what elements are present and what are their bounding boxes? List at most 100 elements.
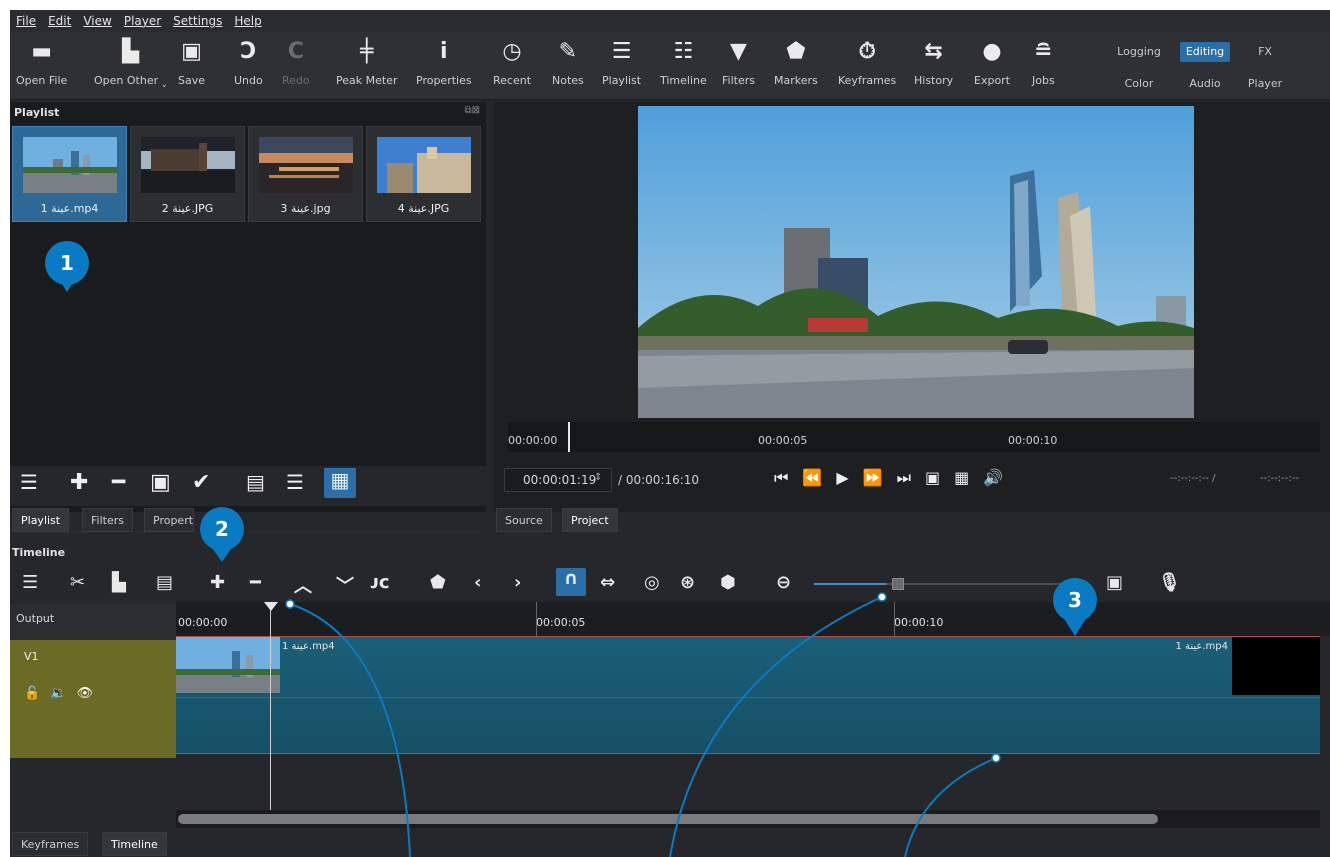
- next-marker-icon[interactable]: ›: [514, 572, 521, 593]
- overwrite-icon[interactable]: ﹀: [336, 572, 354, 598]
- skip-start-icon[interactable]: ⏮: [774, 468, 802, 487]
- filters-button[interactable]: ▼ Filters: [722, 38, 755, 87]
- lift-icon[interactable]: ︿: [294, 572, 312, 598]
- notes-icon: ✎: [558, 39, 578, 64]
- menu-icon[interactable]: ☰: [20, 470, 38, 494]
- tab-keyframes[interactable]: Keyframes: [12, 832, 89, 856]
- volume-icon[interactable]: 🔊: [983, 468, 1017, 487]
- playlist-item[interactable]: 1 عينة.mp4: [12, 126, 127, 222]
- remove-icon[interactable]: ━: [112, 470, 125, 495]
- viewer-playhead[interactable]: [568, 422, 570, 452]
- panel-float-close-icon[interactable]: ⧉⊠: [464, 105, 480, 116]
- cut-icon[interactable]: ✂: [70, 572, 85, 593]
- timeline-playhead[interactable]: [270, 602, 271, 812]
- rewind-icon[interactable]: ⏪: [802, 468, 836, 487]
- workspace-editing[interactable]: Editing: [1180, 42, 1230, 62]
- zoom-slider-handle[interactable]: [892, 578, 904, 590]
- copy-icon[interactable]: ▙: [112, 572, 126, 593]
- previous-marker-icon[interactable]: ‹: [474, 572, 481, 593]
- tab-playlist[interactable]: Playlist: [12, 508, 70, 532]
- keyframes-button[interactable]: ⏱ Keyframes: [838, 38, 896, 87]
- markers-button[interactable]: ⬟ Markers: [774, 38, 818, 87]
- playhead-handle-icon[interactable]: [264, 602, 278, 611]
- zoom-slider[interactable]: [814, 583, 886, 585]
- zoom-icon[interactable]: ▣: [925, 468, 954, 487]
- transport-controls[interactable]: ⏮⏪▶⏩⏭▣▦🔊: [774, 468, 1017, 488]
- timeline-clip[interactable]: عينة 1.mp4 عينة 1.mp4: [176, 636, 1320, 754]
- history-button[interactable]: ⇆ History: [914, 38, 953, 87]
- playlist-button[interactable]: ☰ Playlist: [602, 38, 641, 87]
- update-icon[interactable]: ▣: [150, 470, 171, 495]
- record-audio-icon[interactable]: 🎙: [1158, 572, 1181, 593]
- lock-icon[interactable]: 🔓: [24, 686, 40, 701]
- properties-button[interactable]: i Properties: [416, 38, 472, 87]
- thumbnail-image: [23, 137, 117, 193]
- track-name: V1: [24, 650, 39, 663]
- workspace-audio[interactable]: Audio: [1180, 74, 1230, 94]
- menu-file[interactable]: File: [16, 14, 36, 28]
- menu-icon[interactable]: ☰: [22, 572, 38, 593]
- tab-properties[interactable]: Properties: [144, 508, 194, 532]
- play-icon[interactable]: ▶: [836, 468, 862, 487]
- tab-source[interactable]: Source: [496, 508, 552, 532]
- time-spinner-icon[interactable]: ⇕: [594, 472, 602, 483]
- ripple-all-icon[interactable]: ⊛: [680, 572, 695, 593]
- details-view-icon[interactable]: ▤: [246, 470, 265, 494]
- split-icon[interactable]: ᴊᴄ: [370, 572, 390, 593]
- remove-icon[interactable]: ━: [250, 572, 261, 593]
- jobs-button[interactable]: ≘ Jobs: [1032, 38, 1055, 87]
- check-icon[interactable]: ✔: [192, 470, 210, 495]
- ripple-markers-icon[interactable]: ⬢: [720, 572, 736, 593]
- open-file-button[interactable]: ▬ Open File: [16, 38, 67, 87]
- playlist-item[interactable]: 4 عينة.JPG: [366, 126, 481, 222]
- recent-button[interactable]: ◷ Recent: [493, 38, 531, 87]
- grid-icon[interactable]: ▦: [954, 468, 983, 487]
- notes-button[interactable]: ✎ Notes: [552, 38, 584, 87]
- menu-edit[interactable]: Edit: [48, 14, 71, 28]
- timeline-ruler[interactable]: 00:00:00 00:00:05 00:00:10: [176, 602, 1330, 636]
- track-header-v1[interactable]: V1 🔓 🔉 👁: [10, 640, 176, 758]
- workspace-fx[interactable]: FX: [1240, 42, 1290, 62]
- undo-button[interactable]: Ↄ Undo: [234, 38, 263, 87]
- timeline-button[interactable]: ☷ Timeline: [660, 38, 707, 87]
- thumbnail-image: [259, 137, 353, 193]
- workspace-color[interactable]: Color: [1114, 74, 1164, 94]
- menu-settings[interactable]: Settings: [173, 14, 222, 28]
- zoom-fit-icon[interactable]: ▣: [1106, 572, 1123, 593]
- workspace-player[interactable]: Player: [1240, 74, 1290, 94]
- timeline-scrollbar[interactable]: [176, 810, 1320, 828]
- peak-meter-button[interactable]: ╪ Peak Meter: [336, 38, 397, 87]
- redo-button[interactable]: C Redo: [282, 38, 310, 87]
- save-button[interactable]: ▣ Save: [178, 38, 205, 87]
- list-view-icon[interactable]: ☰: [286, 470, 304, 494]
- timeline-toolbar: ☰ ✂ ▙ ▤ ✚ ━ ︿ ﹀ ᴊᴄ ⬟ ‹ › ∩ ⇔ ◎ ⊛ ⬢ ⊖ ▣ 🎙: [10, 568, 1330, 600]
- playlist-item[interactable]: 2 عينة.JPG: [130, 126, 245, 222]
- fast-forward-icon[interactable]: ⏩: [863, 468, 897, 487]
- tab-project[interactable]: Project: [562, 508, 618, 532]
- export-button[interactable]: ● Export: [974, 38, 1010, 87]
- playlist-item[interactable]: 3 عينة.jpg: [248, 126, 363, 222]
- tab-timeline[interactable]: Timeline: [102, 832, 167, 856]
- mute-icon[interactable]: 🔉: [50, 686, 66, 701]
- add-icon[interactable]: ✚: [70, 470, 88, 495]
- marker-icon[interactable]: ⬟: [430, 572, 446, 593]
- tab-filters[interactable]: Filters: [82, 508, 133, 532]
- playlist-toolbar: ☰ ✚ ━ ▣ ✔ ▤ ☰ ▦: [10, 466, 486, 506]
- menu-player[interactable]: Player: [124, 14, 161, 28]
- append-icon[interactable]: ✚: [210, 572, 225, 593]
- visibility-icon[interactable]: 👁: [77, 686, 94, 701]
- scrollbar-thumb[interactable]: [178, 814, 1158, 824]
- zoom-out-icon[interactable]: ⊖: [776, 572, 791, 593]
- viewer-ruler[interactable]: 00:00:00 00:00:05 00:00:10: [508, 422, 1320, 452]
- menu-view[interactable]: View: [83, 14, 111, 28]
- grid-view-icon[interactable]: ▦: [324, 468, 356, 498]
- history-icon: ⇆: [924, 39, 943, 64]
- scrub-icon[interactable]: ⇔: [600, 572, 615, 593]
- snap-icon[interactable]: ∩: [556, 568, 586, 596]
- paste-icon[interactable]: ▤: [156, 572, 173, 593]
- skip-end-icon[interactable]: ⏭: [897, 468, 925, 487]
- menu-help[interactable]: Help: [234, 14, 261, 28]
- workspace-logging[interactable]: Logging: [1114, 42, 1164, 62]
- ripple-icon[interactable]: ◎: [644, 572, 660, 593]
- open-other-button[interactable]: ▙ Open Other ˬ: [94, 38, 167, 87]
